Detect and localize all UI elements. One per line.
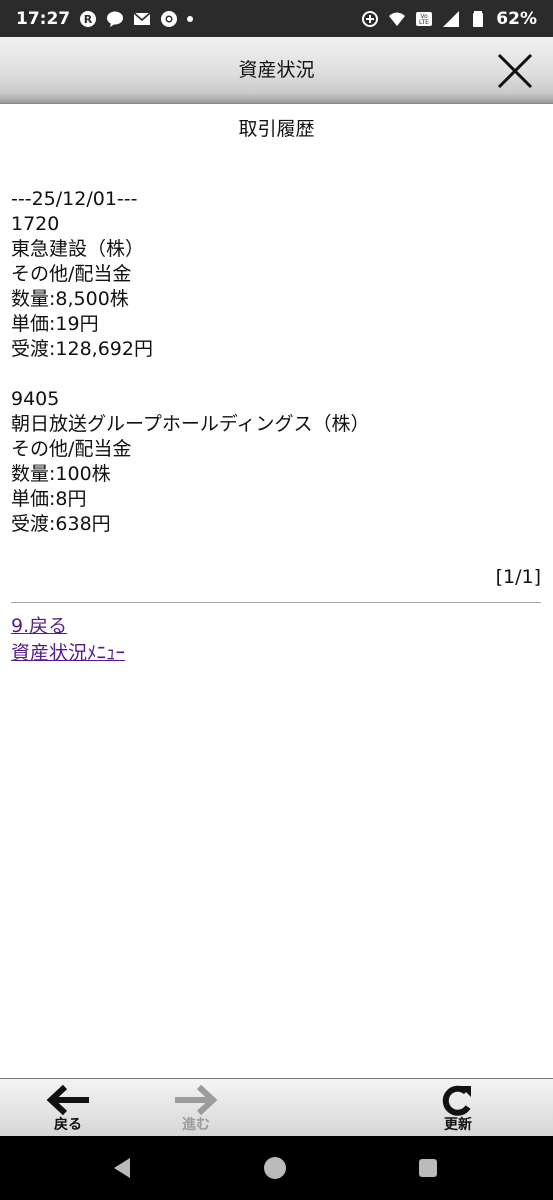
record-unit-price: 単価:19円	[11, 313, 99, 335]
record-unit-price: 単価:8円	[11, 488, 87, 510]
record-code: 1720	[11, 213, 60, 235]
close-button[interactable]	[495, 51, 535, 91]
toolbar-forward-button[interactable]: 進む	[156, 1079, 236, 1137]
record-quantity: 数量:8,500株	[11, 288, 129, 310]
record-settlement: 受渡:638円	[11, 513, 111, 535]
page-title: 資産状況	[238, 59, 315, 81]
arrow-right-icon	[175, 1084, 218, 1116]
triangle-back-icon	[114, 1158, 130, 1178]
svg-text:R: R	[84, 13, 93, 26]
title-bar: 資産状況	[0, 37, 553, 104]
transaction-record: 1720 東急建設（株） その他/配当金 数量:8,500株 単価:19円 受渡…	[11, 212, 541, 362]
circle-home-icon	[264, 1157, 286, 1179]
record-name: 東急建設（株）	[11, 238, 145, 260]
nav-recents-button[interactable]	[416, 1156, 440, 1184]
record-name: 朝日放送グループホールディングス（株）	[11, 413, 370, 435]
nav-back-button[interactable]	[110, 1156, 134, 1184]
chrome-icon	[161, 10, 178, 27]
record-type: その他/配当金	[11, 263, 132, 285]
status-bar-left: 17:27 R	[16, 8, 194, 29]
record-code: 9405	[11, 388, 60, 410]
section-heading: 取引履歴	[238, 118, 315, 140]
divider	[11, 602, 541, 603]
close-icon	[497, 53, 533, 89]
toolbar-refresh-label: 更新	[444, 1117, 472, 1133]
toolbar-refresh-button[interactable]: 更新	[418, 1079, 498, 1137]
toolbar-back-label: 戻る	[54, 1117, 82, 1133]
svg-text:LTE: LTE	[419, 19, 429, 26]
line-icon	[107, 11, 124, 27]
record-type: その他/配当金	[11, 438, 132, 460]
signal-icon	[443, 10, 460, 27]
hotspot-icon	[362, 10, 379, 27]
record-settlement: 受渡:128,692円	[11, 338, 153, 360]
battery-icon	[473, 10, 484, 27]
toolbar-forward-label: 進む	[182, 1117, 210, 1133]
arrow-left-icon	[46, 1084, 89, 1116]
wifi-icon	[389, 12, 406, 26]
date-line: ---25/12/01---	[11, 188, 138, 210]
page-indicator: [1/1]	[495, 566, 541, 588]
nav-home-button[interactable]	[263, 1156, 287, 1184]
battery-percent: 62%	[496, 8, 537, 29]
transaction-history: ---25/12/01--- 1720 東急建設（株） その他/配当金 数量:8…	[11, 187, 541, 537]
status-time: 17:27	[16, 8, 71, 29]
system-nav-bar	[0, 1136, 553, 1200]
back-link[interactable]: 9.戻る	[11, 613, 125, 640]
record-spacer	[11, 362, 541, 387]
bottom-toolbar: 戻る 進む 更新	[0, 1078, 553, 1137]
square-recents-icon	[419, 1159, 437, 1177]
status-bar-right: Vo LTE 62%	[361, 9, 537, 29]
rakuten-icon: R	[80, 10, 97, 27]
status-bar: 17:27 R Vo LTE 62%	[0, 0, 553, 37]
nav-links: 9.戻る 資産状況ﾒﾆｭｰ	[11, 613, 125, 667]
asset-menu-link[interactable]: 資産状況ﾒﾆｭｰ	[11, 640, 125, 667]
notification-dot-icon	[187, 15, 194, 22]
toolbar-back-button[interactable]: 戻る	[28, 1079, 108, 1137]
mail-icon	[133, 11, 151, 25]
transaction-record: 9405 朝日放送グループホールディングス（株） その他/配当金 数量:100株…	[11, 387, 541, 537]
refresh-icon	[442, 1085, 471, 1116]
volte-icon: VoLTE	[416, 11, 433, 26]
record-quantity: 数量:100株	[11, 463, 111, 485]
